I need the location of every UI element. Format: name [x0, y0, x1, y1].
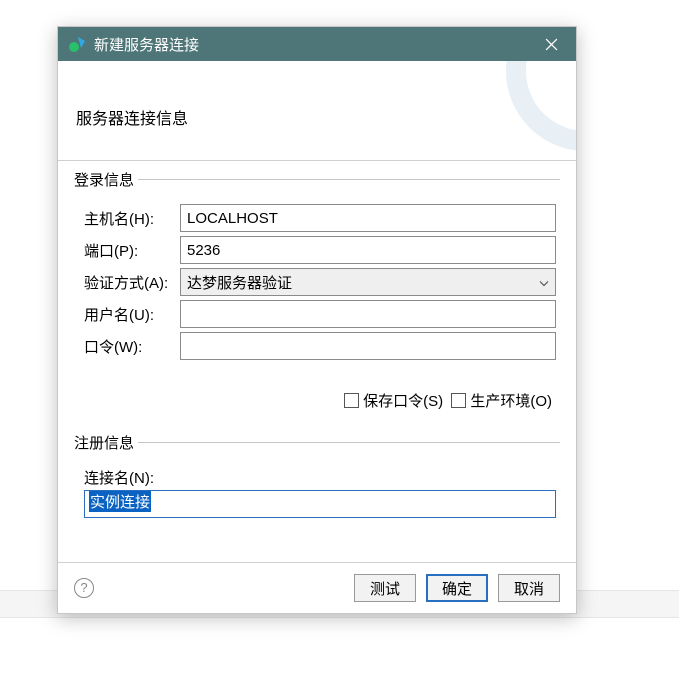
production-env-checkbox[interactable]: 生产环境(O) — [451, 390, 552, 411]
username-input[interactable] — [180, 300, 556, 328]
port-input[interactable] — [180, 236, 556, 264]
divider — [138, 179, 560, 180]
body-area: 登录信息 主机名(H): 端口(P): 验证方式(A): 达梦服务器验证 — [58, 161, 576, 562]
test-button[interactable]: 测试 — [354, 574, 416, 602]
ok-button[interactable]: 确定 — [426, 574, 488, 602]
production-env-label: 生产环境(O) — [470, 390, 552, 411]
host-label: 主机名(H): — [84, 208, 180, 229]
close-button[interactable] — [534, 27, 568, 61]
footer: ? 测试 确定 取消 — [58, 563, 576, 613]
auth-select-value: 达梦服务器验证 — [187, 272, 292, 293]
host-input[interactable] — [180, 204, 556, 232]
connection-name-value: 实例连接 — [89, 491, 151, 512]
connection-name-label: 连接名(N): — [84, 467, 180, 488]
new-server-connection-dialog: 新建服务器连接 服务器连接信息 登录信息 主机名(H): 端 — [57, 26, 577, 614]
divider — [138, 442, 560, 443]
checkbox-box — [451, 393, 466, 408]
username-label: 用户名(U): — [84, 304, 180, 325]
register-legend: 注册信息 — [74, 432, 138, 453]
cancel-button[interactable]: 取消 — [498, 574, 560, 602]
header-area: 服务器连接信息 — [58, 61, 576, 161]
password-input[interactable] — [180, 332, 556, 360]
auth-select[interactable]: 达梦服务器验证 — [180, 268, 556, 296]
save-password-checkbox[interactable]: 保存口令(S) — [344, 390, 443, 411]
login-info-group: 登录信息 主机名(H): 端口(P): 验证方式(A): 达梦服务器验证 — [74, 169, 560, 424]
save-password-label: 保存口令(S) — [363, 390, 443, 411]
password-label: 口令(W): — [84, 336, 180, 357]
register-info-group: 注册信息 连接名(N): 实例连接 — [74, 432, 560, 522]
chevron-down-icon — [539, 274, 549, 291]
checkbox-box — [344, 393, 359, 408]
app-icon — [68, 35, 86, 53]
header-decoration — [496, 61, 576, 161]
dialog-title: 新建服务器连接 — [94, 34, 534, 55]
titlebar: 新建服务器连接 — [58, 27, 576, 61]
auth-label: 验证方式(A): — [84, 272, 180, 293]
help-icon[interactable]: ? — [74, 578, 94, 598]
header-text: 服务器连接信息 — [76, 105, 188, 129]
connection-name-input[interactable]: 实例连接 — [84, 490, 556, 518]
port-label: 端口(P): — [84, 240, 180, 261]
login-legend: 登录信息 — [74, 169, 138, 190]
